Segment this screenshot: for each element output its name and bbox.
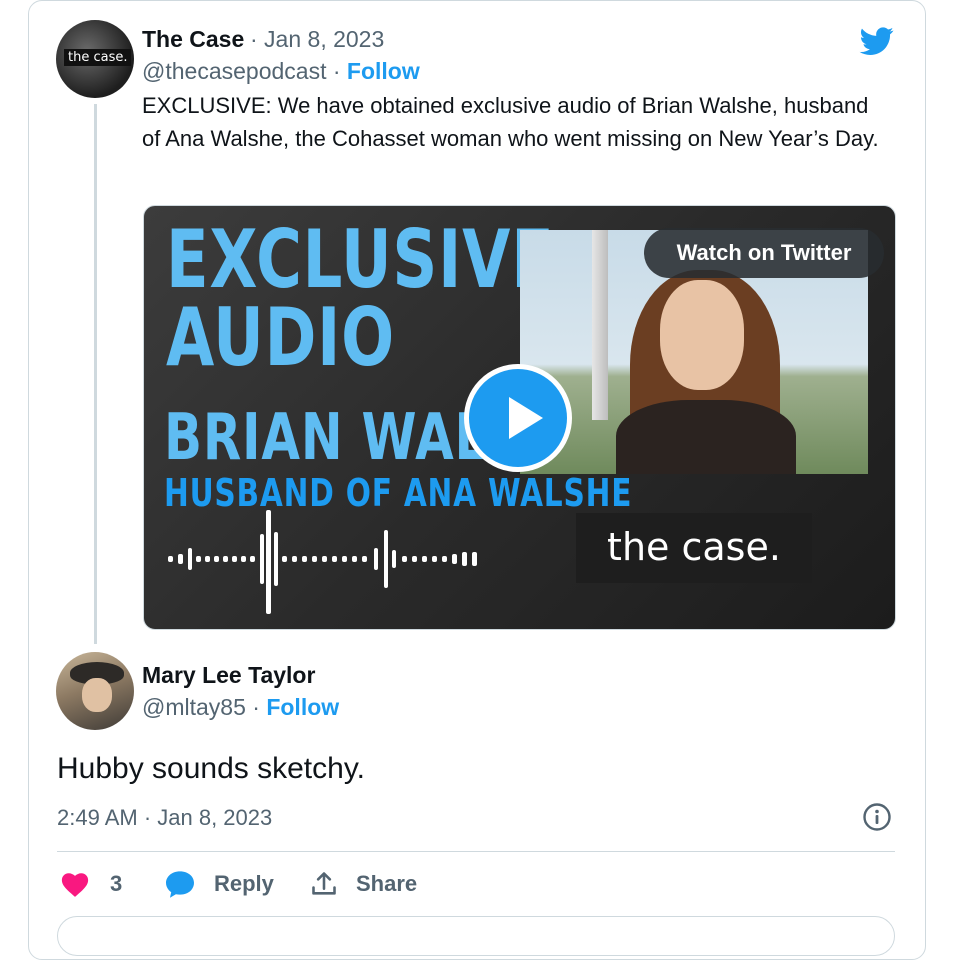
- reply-label: Reply: [214, 871, 274, 896]
- video-thumbnail[interactable]: EXCLUSIVE AUDIO BRIAN WALSHE HUSBAND OF …: [143, 205, 896, 630]
- tweet-text: Hubby sounds sketchy.: [57, 752, 365, 785]
- tweet-timestamp[interactable]: 2:49 AM · Jan 8, 2023: [57, 805, 272, 831]
- avatar-logo-text: the case.: [64, 49, 132, 66]
- heart-icon: [61, 873, 89, 897]
- audio-waveform-icon: [168, 510, 477, 614]
- author-handle-row: @mltay85 · Follow: [142, 694, 339, 721]
- share-icon: [312, 872, 336, 895]
- read-replies-button[interactable]: [57, 916, 895, 956]
- author-name[interactable]: The Case: [142, 26, 244, 53]
- play-icon: [509, 397, 543, 439]
- avatar[interactable]: [56, 652, 134, 730]
- reply-bubble-icon: [166, 871, 194, 898]
- media-logo-text: the case.: [576, 513, 812, 583]
- monument-shape: [592, 230, 608, 420]
- author-handle[interactable]: @mltay85 ·: [142, 694, 260, 720]
- tweet-date[interactable]: · Jan 8, 2023: [250, 26, 384, 53]
- watch-on-twitter-button[interactable]: Watch on Twitter: [644, 228, 884, 278]
- like-button[interactable]: 3: [60, 866, 122, 902]
- divider: [57, 851, 895, 852]
- avatar[interactable]: the case.: [56, 20, 134, 98]
- author-handle[interactable]: @thecasepodcast ·: [142, 58, 341, 84]
- tweet-text: EXCLUSIVE: We have obtained exclusive au…: [142, 93, 879, 151]
- media-title-line1: EXCLUSIVE: [166, 213, 555, 306]
- follow-button[interactable]: Follow: [266, 694, 339, 720]
- share-button[interactable]: Share: [310, 866, 417, 902]
- share-label: Share: [356, 871, 418, 896]
- person-face-shape: [660, 280, 744, 390]
- person-body-shape: [616, 400, 796, 474]
- play-button[interactable]: [464, 364, 572, 472]
- reply-button[interactable]: Reply: [164, 866, 274, 902]
- author-handle-row: @thecasepodcast · Follow: [142, 58, 420, 85]
- thread-connector-line: [94, 104, 97, 644]
- follow-button[interactable]: Follow: [347, 58, 420, 84]
- face-shape: [82, 678, 112, 712]
- like-count: 3: [110, 871, 123, 896]
- media-title-line2: AUDIO: [166, 291, 396, 384]
- info-icon[interactable]: [862, 802, 892, 832]
- twitter-bird-icon[interactable]: [858, 24, 896, 58]
- author-name[interactable]: Mary Lee Taylor: [142, 662, 315, 689]
